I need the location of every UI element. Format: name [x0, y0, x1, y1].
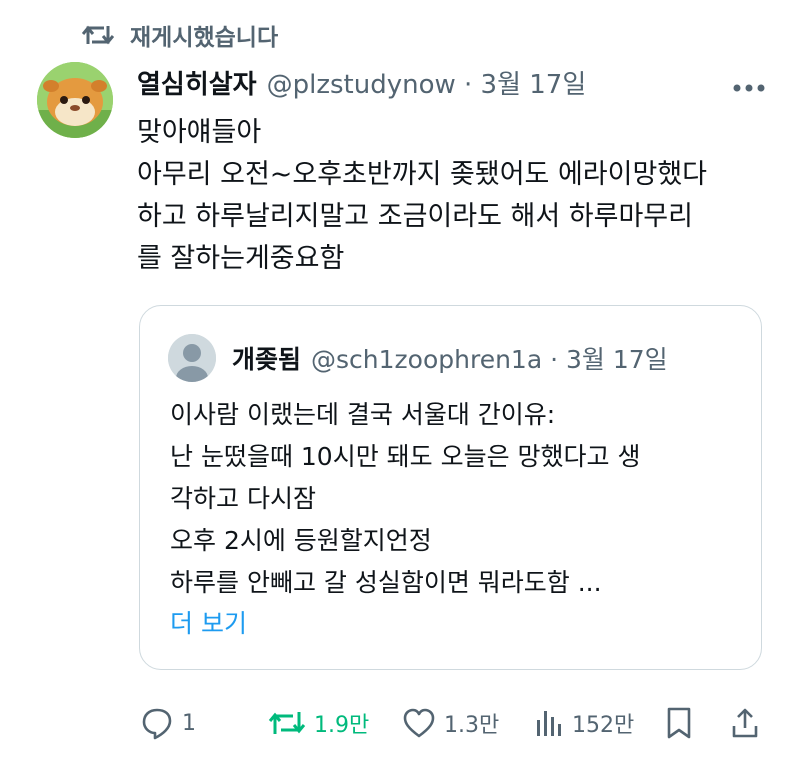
default-avatar-icon	[168, 334, 216, 382]
reply-count: 1	[182, 710, 196, 736]
action-bar: 1 1.9만 1.3만 152만	[140, 700, 780, 746]
view-count: 152만	[572, 713, 635, 738]
repost-count: 1.9만	[314, 713, 370, 738]
repost-icon	[268, 712, 306, 734]
like-count: 1.3만	[444, 713, 500, 738]
quote-header: 개좆됨 @sch1zoophren1a · 3월 17일	[232, 336, 668, 380]
show-more-link[interactable]: 더 보기	[170, 604, 247, 640]
tweet-line: 를 잘하는게중요함	[137, 243, 345, 274]
repost-button[interactable]: 1.9만	[268, 700, 369, 746]
bookmark-icon	[667, 707, 691, 739]
repost-banner-label: 재게시했습니다	[130, 25, 279, 51]
quote-avatar[interactable]	[168, 334, 216, 382]
repost-icon	[82, 25, 114, 45]
views-button[interactable]: 152만	[534, 700, 634, 746]
tweet-line: 하고 하루날리지말고 조금이라도 해서 하루마무리	[137, 201, 693, 232]
avatar[interactable]	[37, 62, 113, 138]
quote-line: 난 눈떴을때 10시만 돼도 오늘은 망했다고 생	[170, 442, 641, 471]
quoted-tweet[interactable]: 개좆됨 @sch1zoophren1a · 3월 17일 이사람 이랬는데 결국…	[139, 305, 762, 670]
share-button[interactable]	[730, 700, 760, 746]
quote-line: 오후 2시에 등원할지언정	[170, 526, 432, 555]
quote-line: 하루를 안빼고 갈 성실함이면 뭐라도함 ...	[170, 568, 602, 597]
avatar-image	[37, 62, 113, 138]
reply-button[interactable]: 1	[140, 700, 196, 746]
like-button[interactable]: 1.3만	[402, 700, 499, 746]
author-meta[interactable]: @plzstudynow · 3월 17일	[267, 64, 587, 101]
quote-line: 이사람 이랬는데 결국 서울대 간이유:	[170, 400, 556, 429]
share-icon	[732, 708, 758, 738]
bookmark-button[interactable]	[664, 700, 694, 746]
tweet-line: 맞아얘들아	[137, 117, 262, 148]
author-name[interactable]: 열심히살자	[137, 64, 257, 101]
quote-text: 이사람 이랬는데 결국 서울대 간이유: 난 눈떴을때 10시만 돼도 오늘은 …	[170, 394, 760, 604]
repost-banner: 재게시했습니다	[82, 18, 278, 52]
reply-icon	[142, 708, 172, 740]
tweet-header: 열심히살자 @plzstudynow · 3월 17일	[137, 60, 586, 104]
views-icon	[537, 711, 561, 736]
tweet-text: 맞아얘들아 아무리 오전~오후초반까지 좆됐어도 에라이망했다 하고 하루날리지…	[137, 112, 777, 280]
quote-author-name: 개좆됨	[232, 345, 302, 374]
quote-line: 각하고 다시잠	[170, 484, 316, 513]
like-icon	[403, 708, 435, 738]
tweet-line: 아무리 오전~오후초반까지 좆됐어도 에라이망했다	[137, 159, 708, 190]
more-icon[interactable]	[732, 66, 766, 101]
quote-author-meta: @sch1zoophren1a · 3월 17일	[311, 345, 668, 374]
